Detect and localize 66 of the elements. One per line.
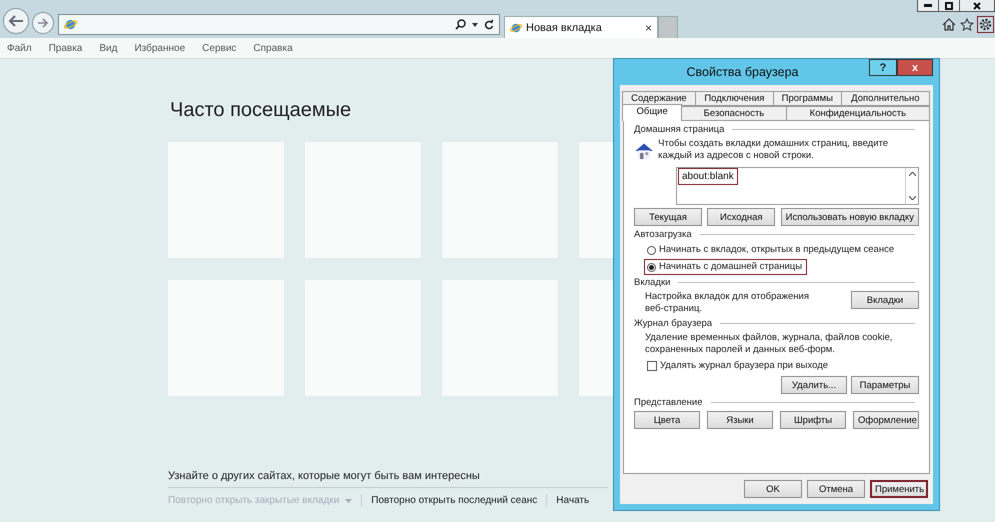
dialog-button[interactable]: Применить — [870, 480, 928, 498]
dialog-button[interactable]: Цвета — [634, 411, 700, 429]
section-label: Представление — [634, 397, 702, 408]
forward-arrow-icon — [37, 18, 49, 28]
dialog-tab[interactable]: Конфиденциальность — [786, 106, 930, 121]
menu-item[interactable]: Правка — [48, 42, 82, 54]
dialog-tab[interactable]: Дополнительно — [840, 91, 930, 106]
page-heading: Часто посещаемые — [170, 99, 352, 122]
dialog-tab[interactable]: Программы — [772, 91, 842, 106]
dialog-tab[interactable]: Подключения — [694, 91, 774, 106]
tabs-button[interactable]: Вкладки — [851, 291, 919, 309]
dialog-button[interactable]: Использовать новую вкладку — [780, 208, 919, 226]
browser-tab[interactable]: Новая вкладка × — [504, 16, 658, 38]
close-tab-button[interactable]: × — [644, 20, 652, 34]
home-hint: Чтобы создать вкладки домашних страниц, введите каждый из адресов с новой строки. — [658, 138, 890, 162]
settings-icon[interactable] — [978, 17, 993, 32]
checkbox-label: Удалять журнал браузера при выходе — [660, 360, 828, 372]
close-icon — [973, 2, 981, 10]
menu-item[interactable]: Избранное — [134, 42, 186, 54]
minimize-icon — [924, 4, 932, 7]
section-label: Автозагрузка — [634, 229, 692, 240]
globe-icon — [64, 18, 77, 31]
menu-item[interactable]: Вид — [99, 42, 118, 54]
dialog-button[interactable]: OK — [744, 480, 802, 498]
discover-text: Узнайте о других сайтах, которые могут быть вам интересны — [168, 470, 608, 488]
dialog-button[interactable]: Языки — [707, 411, 773, 429]
dialog-button[interactable]: Оформление — [853, 411, 919, 429]
checkbox[interactable] — [647, 361, 657, 371]
dialog-button[interactable]: Отмена — [807, 480, 865, 498]
menu-item[interactable]: Справка — [253, 42, 293, 54]
search-icon[interactable] — [455, 19, 466, 30]
dialog-button[interactable]: Параметры — [851, 376, 919, 394]
menu-item[interactable]: Файл — [7, 42, 32, 54]
history-description: Удаление временных файлов, журнала, файлов cookie, сохраненных паролей и данных веб-форм. — [645, 332, 894, 356]
dialog-button[interactable]: Шрифты — [780, 411, 846, 429]
dialog-button[interactable]: Текущая — [634, 208, 702, 226]
section-label: Журнал браузера — [634, 318, 712, 329]
scroll-down-icon[interactable] — [908, 196, 916, 200]
close-button[interactable]: x — [897, 59, 933, 76]
dialog-tab[interactable]: Безопасность — [681, 106, 787, 121]
back-arrow-icon — [8, 15, 24, 27]
page-link[interactable]: Начать — [556, 495, 590, 506]
menu-item[interactable]: Сервис — [202, 42, 236, 54]
page-link[interactable]: Повторно открыть последний сеанс — [371, 495, 538, 506]
radio-label: Начинать с домашней страницы — [659, 261, 802, 273]
section-label: Домашняя страница — [634, 124, 724, 135]
radio-button[interactable] — [647, 262, 656, 272]
radio-button[interactable] — [647, 246, 656, 254]
help-button[interactable]: ? — [869, 59, 897, 76]
section-label: Вкладки — [634, 277, 670, 288]
globe-icon — [510, 22, 522, 34]
home-icon[interactable] — [942, 18, 956, 31]
forward-button[interactable] — [32, 12, 54, 34]
dialog-button[interactable]: Удалить... — [781, 376, 847, 394]
dialog-title: Свойства браузера — [686, 65, 800, 79]
restore-icon — [945, 2, 953, 10]
star-icon[interactable] — [960, 18, 974, 31]
dialog-button[interactable]: Исходная — [707, 208, 776, 226]
tabs-description: Настройка вкладок для отображения веб-страниц. — [645, 291, 810, 315]
caret-icon[interactable] — [472, 22, 478, 26]
refresh-icon[interactable] — [484, 19, 494, 30]
radio-label: Начинать с вкладок, открытых в предыдущем сеансе — [659, 244, 894, 256]
home-page-field[interactable]: about:blank — [676, 167, 919, 205]
back-button[interactable] — [3, 8, 29, 34]
dialog-tab[interactable]: Общие — [622, 104, 682, 121]
scroll-up-icon[interactable] — [908, 172, 916, 176]
